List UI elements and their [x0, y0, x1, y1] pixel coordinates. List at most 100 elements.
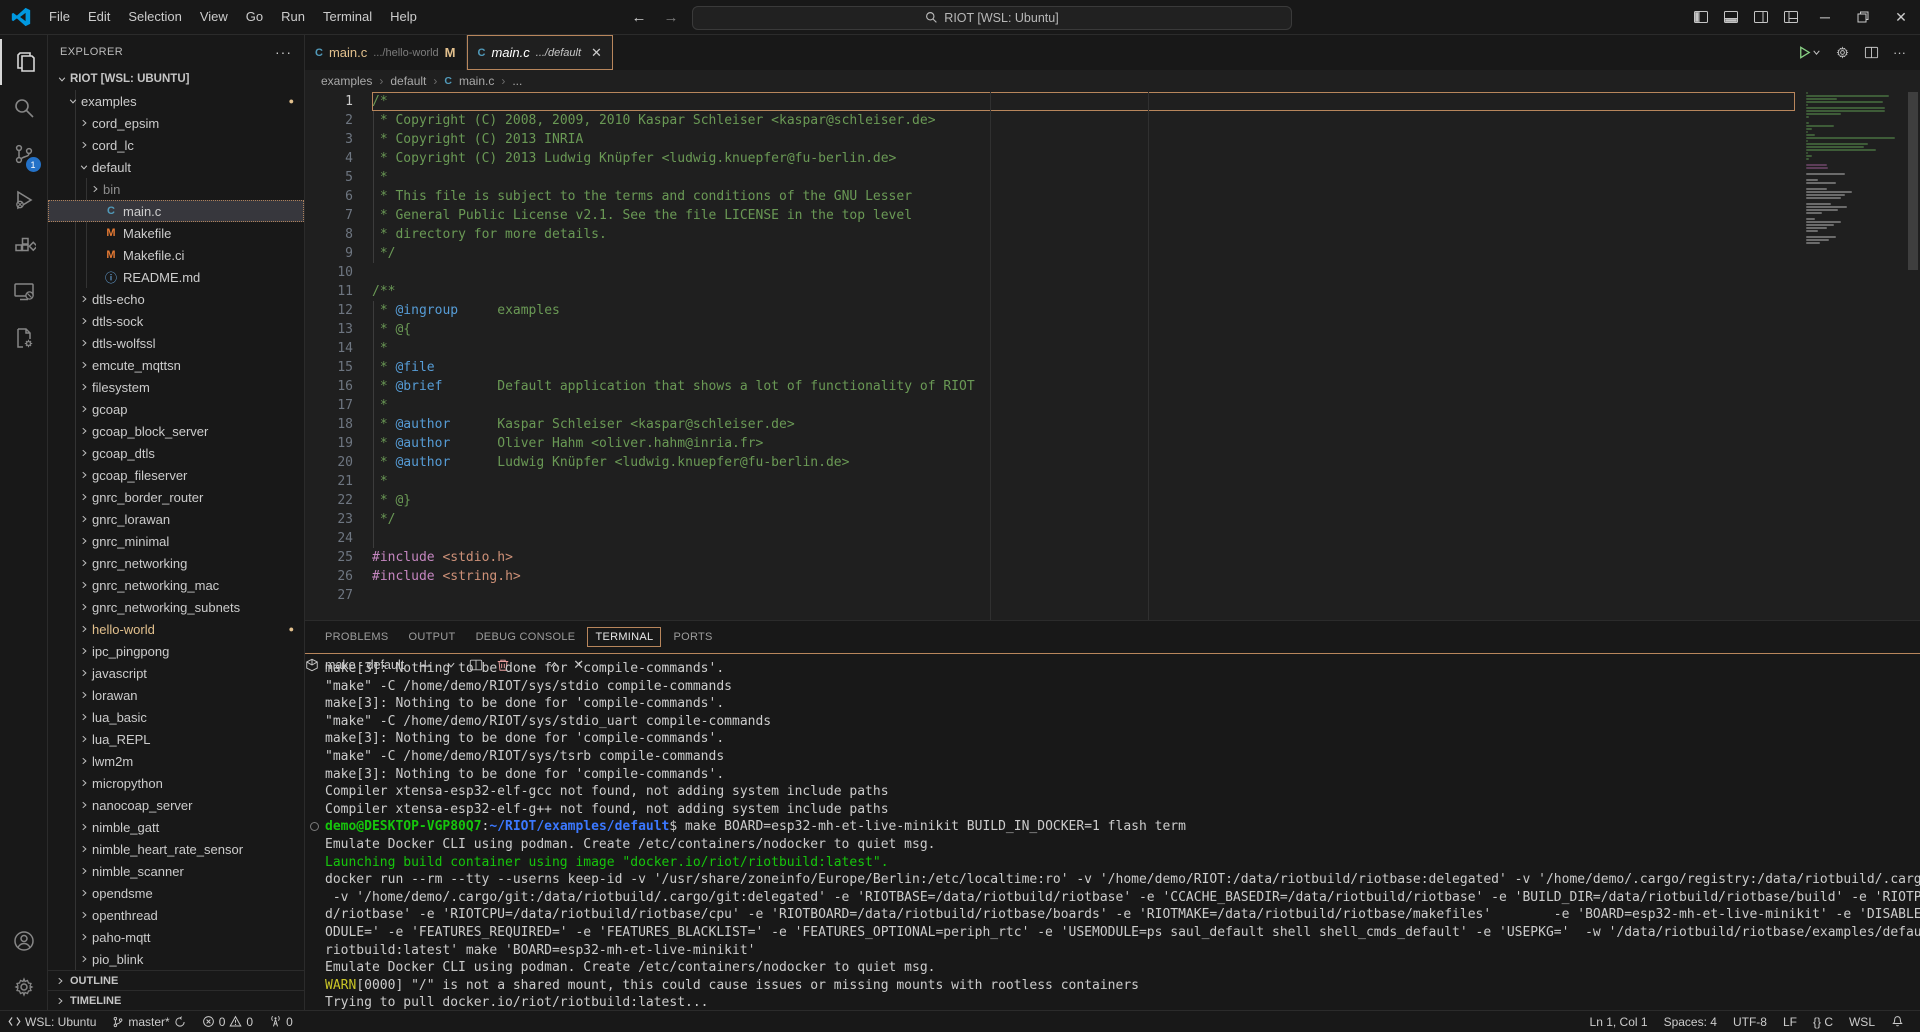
editor-tab-1[interactable]: Cmain.c.../hello-worldM [305, 35, 467, 70]
tree-item-lwm2m[interactable]: lwm2m [48, 750, 304, 772]
toggle-sidebar-icon[interactable] [1686, 0, 1716, 34]
tree-item-gnrc_minimal[interactable]: gnrc_minimal [48, 530, 304, 552]
tree-item-paho-mqtt[interactable]: paho-mqtt [48, 926, 304, 948]
statusbar-wsl-indicator[interactable]: WSL [1841, 1011, 1883, 1032]
statusbar-eol[interactable]: LF [1775, 1011, 1805, 1032]
tree-item-hello-world[interactable]: hello-world● [48, 618, 304, 640]
tree-item-javascript[interactable]: javascript [48, 662, 304, 684]
menu-run[interactable]: Run [272, 5, 314, 29]
editor-tab-2[interactable]: Cmain.c.../default✕ [467, 35, 613, 70]
restore-button[interactable] [1844, 0, 1882, 34]
tab-close-icon[interactable]: ✕ [591, 45, 602, 61]
menu-help[interactable]: Help [381, 5, 426, 29]
editor-settings-gear-icon[interactable] [1835, 45, 1850, 60]
tree-item-pio_blink[interactable]: pio_blink [48, 948, 304, 970]
menu-selection[interactable]: Selection [119, 5, 190, 29]
forward-button[interactable]: → [660, 9, 682, 26]
statusbar-cursor-position[interactable]: Ln 1, Col 1 [1582, 1011, 1656, 1032]
tree-item-micropython[interactable]: micropython [48, 772, 304, 794]
tree-item-gnrc_lorawan[interactable]: gnrc_lorawan [48, 508, 304, 530]
breadcrumb-item-mainc[interactable]: main.c [459, 74, 494, 88]
breadcrumb[interactable]: examples›default›Cmain.c›... [305, 70, 1920, 92]
tree-item-gnrc_networking_subnets[interactable]: gnrc_networking_subnets [48, 596, 304, 618]
tree-item-cord_lc[interactable]: cord_lc [48, 134, 304, 156]
statusbar-indentation[interactable]: Spaces: 4 [1656, 1011, 1725, 1032]
tree-item-gnrc_networking_mac[interactable]: gnrc_networking_mac [48, 574, 304, 596]
statusbar-git-branch[interactable]: master* [104, 1011, 193, 1032]
toggle-panel-icon[interactable] [1716, 0, 1746, 34]
command-decoration-icon[interactable] [310, 822, 319, 831]
tree-item-nanocoap_server[interactable]: nanocoap_server [48, 794, 304, 816]
settings-gear-icon[interactable] [0, 964, 48, 1010]
split-editor-icon[interactable] [1864, 45, 1879, 60]
tree-item-filesystem[interactable]: filesystem [48, 376, 304, 398]
run-debug-icon[interactable] [0, 177, 48, 223]
panel-tab-terminal[interactable]: TERMINAL [587, 627, 661, 647]
tree-item-README.md[interactable]: ⓘREADME.md [48, 266, 304, 288]
menu-file[interactable]: File [40, 5, 79, 29]
customize-layout-icon[interactable] [1776, 0, 1806, 34]
panel-tab-ports[interactable]: PORTS [665, 627, 720, 647]
panel-tab-debug-console[interactable]: DEBUG CONSOLE [468, 627, 584, 647]
tree-item-lua_basic[interactable]: lua_basic [48, 706, 304, 728]
breadcrumb-item-[interactable]: ... [512, 74, 522, 88]
section-outline[interactable]: OUTLINE [48, 970, 304, 990]
tree-item-bin[interactable]: bin [48, 178, 304, 200]
tree-item-gcoap[interactable]: gcoap [48, 398, 304, 420]
toggle-secondary-sidebar-icon[interactable] [1746, 0, 1776, 34]
statusbar-remote-indicator[interactable]: WSL: Ubuntu [0, 1011, 104, 1032]
tree-item-emcute_mqttsn[interactable]: emcute_mqttsn [48, 354, 304, 376]
tree-item-gcoap_dtls[interactable]: gcoap_dtls [48, 442, 304, 464]
remote-explorer-icon[interactable] [0, 269, 48, 315]
statusbar-notifications[interactable] [1883, 1011, 1912, 1032]
source-control-icon[interactable]: 1 [0, 131, 48, 177]
tree-item-main.c[interactable]: Cmain.c [48, 200, 304, 222]
tree-item-dtls-echo[interactable]: dtls-echo [48, 288, 304, 310]
tree-item-nimble_gatt[interactable]: nimble_gatt [48, 816, 304, 838]
code-editor[interactable]: 1/*2 * Copyright (C) 2008, 2009, 2010 Ka… [305, 92, 1920, 620]
tree-item-gnrc_networking[interactable]: gnrc_networking [48, 552, 304, 574]
tree-item-examples[interactable]: examples● [48, 90, 304, 112]
tree-item-ipc_pingpong[interactable]: ipc_pingpong [48, 640, 304, 662]
statusbar-language-mode[interactable]: {} C [1805, 1011, 1841, 1032]
tree-item-nimble_heart_rate_sensor[interactable]: nimble_heart_rate_sensor [48, 838, 304, 860]
tree-item-gcoap_fileserver[interactable]: gcoap_fileserver [48, 464, 304, 486]
tree-item-Makefile[interactable]: MMakefile [48, 222, 304, 244]
panel-tab-output[interactable]: OUTPUT [401, 627, 464, 647]
explorer-icon[interactable] [0, 39, 48, 85]
tree-item-lorawan[interactable]: lorawan [48, 684, 304, 706]
minimize-button[interactable]: ─ [1806, 0, 1844, 34]
tree-item-default[interactable]: default [48, 156, 304, 178]
file-settings-icon[interactable] [0, 315, 48, 361]
menu-terminal[interactable]: Terminal [314, 5, 381, 29]
explorer-more-actions-icon[interactable]: ··· [275, 44, 292, 60]
extensions-icon[interactable] [0, 223, 48, 269]
tree-item-lua_REPL[interactable]: lua_REPL [48, 728, 304, 750]
tree-item-Makefile.ci[interactable]: MMakefile.ci [48, 244, 304, 266]
statusbar-encoding[interactable]: UTF-8 [1725, 1011, 1775, 1032]
breadcrumb-item-default[interactable]: default [390, 74, 426, 88]
breadcrumb-item-examples[interactable]: examples [321, 74, 372, 88]
command-center-search[interactable]: RIOT [WSL: Ubuntu] [692, 6, 1292, 30]
menu-go[interactable]: Go [237, 5, 272, 29]
menu-edit[interactable]: Edit [79, 5, 119, 29]
editor-more-actions-icon[interactable]: ··· [1893, 45, 1906, 60]
close-window-button[interactable]: ✕ [1882, 0, 1920, 34]
menu-view[interactable]: View [191, 5, 237, 29]
tree-item-nimble_scanner[interactable]: nimble_scanner [48, 860, 304, 882]
tree-item-cord_epsim[interactable]: cord_epsim [48, 112, 304, 134]
tree-item-gcoap_block_server[interactable]: gcoap_block_server [48, 420, 304, 442]
section-timeline[interactable]: TIMELINE [48, 990, 304, 1010]
editor-scrollbar[interactable] [1906, 92, 1920, 620]
tree-item-dtls-sock[interactable]: dtls-sock [48, 310, 304, 332]
tree-item-dtls-wolfssl[interactable]: dtls-wolfssl [48, 332, 304, 354]
run-c-file-icon[interactable] [1797, 45, 1821, 60]
search-icon[interactable] [0, 85, 48, 131]
terminal-output[interactable]: make[3]: Nothing to be done for 'compile… [305, 653, 1920, 1010]
statusbar-ports[interactable]: 0 [261, 1011, 301, 1032]
statusbar-problems[interactable]: 00 [194, 1011, 261, 1032]
panel-tab-problems[interactable]: PROBLEMS [317, 627, 397, 647]
account-icon[interactable] [0, 918, 48, 964]
tree-item-RIOT [WSL: UBUNTU][interactable]: RIOT [WSL: UBUNTU] [48, 68, 304, 90]
tree-item-gnrc_border_router[interactable]: gnrc_border_router [48, 486, 304, 508]
